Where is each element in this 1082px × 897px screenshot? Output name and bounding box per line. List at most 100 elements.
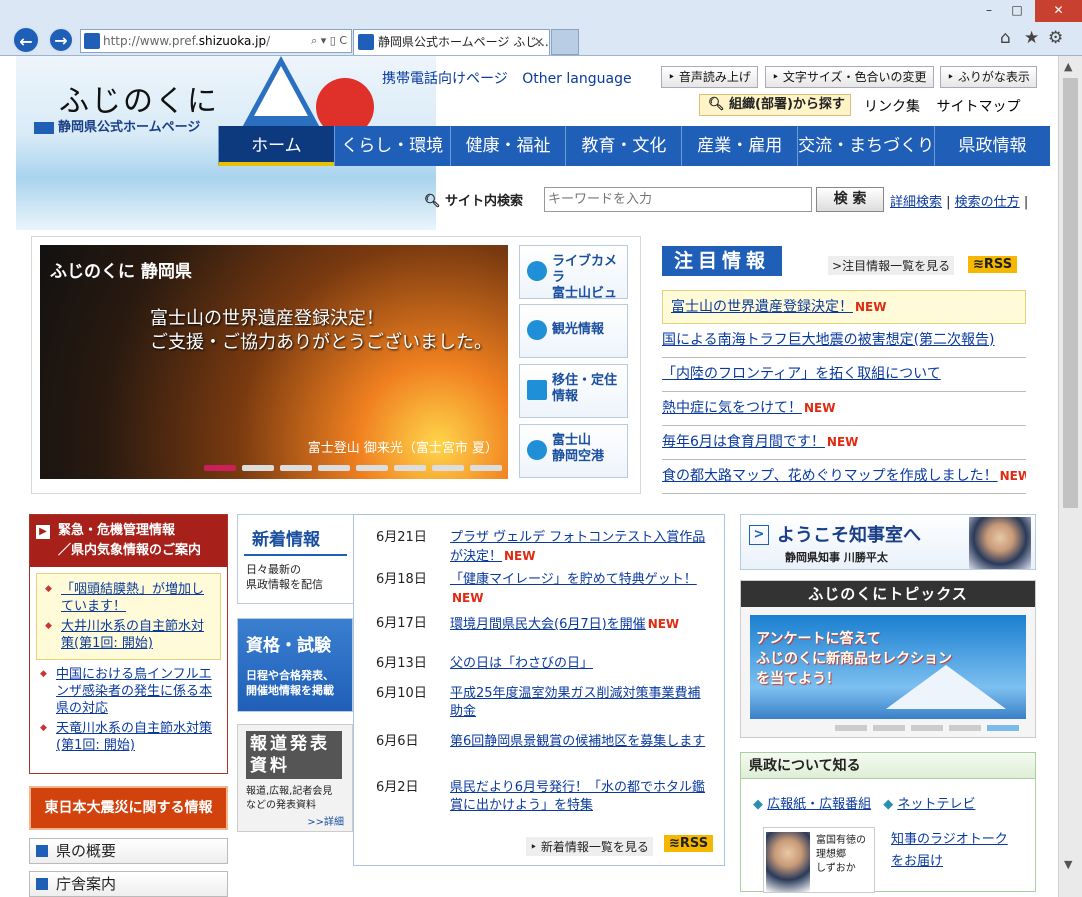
tourism-button[interactable]: 観光情報 — [519, 304, 628, 358]
topic-dot[interactable] — [949, 725, 981, 731]
vertical-scrollbar[interactable]: ▲ ▼ — [1058, 56, 1082, 897]
pr-link[interactable]: 広報紙・広報番組 — [767, 797, 871, 812]
site-logo-subtitle[interactable]: 静岡県公式ホームページ — [34, 116, 200, 135]
news-link[interactable]: 環境月間県民大会(6月7日)を開催 — [450, 617, 646, 632]
nav-industry[interactable]: 産業・雇用 — [681, 126, 797, 166]
emergency-link[interactable]: 天竜川水系の自主節水対策(第1回: 開始) — [56, 721, 212, 753]
tab-new-info[interactable]: 新着情報 日々最新の 県政情報を配信 — [237, 514, 353, 604]
address-bar[interactable]: http://www.pref.shizuoka.jp/ ⌕ ▾ ▯ C — [80, 29, 352, 53]
scroll-up-icon[interactable]: ▲ — [1064, 60, 1072, 73]
notice-link[interactable]: 「内陸のフロンティア」を拓く取組について — [662, 366, 941, 382]
news-more-link[interactable]: ‣ 新着情報一覧を見る — [526, 837, 653, 856]
search-button[interactable]: 検 索 — [816, 187, 884, 212]
settings-gear-icon[interactable]: ⚙ — [1048, 28, 1063, 48]
sitemap-link[interactable]: サイトマップ — [936, 99, 1020, 115]
home-icon[interactable]: ⌂ — [1000, 28, 1011, 48]
notice-more-link[interactable]: >注目情報一覧を見る — [828, 256, 955, 275]
emergency-link[interactable]: 中国における鳥インフルエンザ感染者の発生に係る本県の対応 — [56, 667, 212, 716]
other-language-link[interactable]: Other language — [522, 71, 631, 87]
slide-dot[interactable] — [242, 465, 274, 471]
slide-dot[interactable] — [356, 465, 388, 471]
emergency-heading[interactable]: ▶ 緊急・危機管理情報 ／県内気象情報のご案内 — [30, 515, 227, 567]
search-howto-link[interactable]: 検索の仕方 — [955, 195, 1020, 210]
voice-read-button[interactable]: ‣ 音声読み上げ — [661, 66, 758, 88]
mobile-page-link[interactable]: 携帯電話向けページ — [382, 71, 508, 87]
slide-dot[interactable] — [394, 465, 426, 471]
notice-link[interactable]: 食の都大路マップ、花めぐりマップを作成しました！ — [662, 468, 998, 484]
slide-dot[interactable] — [280, 465, 312, 471]
earthquake-info-button[interactable]: 東日本大震災に関する情報 — [29, 786, 228, 830]
news-link[interactable]: 「健康マイレージ」を貯めて特典ゲット！ — [450, 572, 697, 587]
news-rss-button[interactable]: ≋RSS — [664, 835, 714, 852]
news-link[interactable]: 県民だより6月号発行！「水の都でホタル鑑賞に出かけよう」を特集 — [450, 780, 705, 813]
nav-exchange[interactable]: 交流・まちづくり — [797, 126, 934, 166]
notice-link[interactable]: 熱中症に気をつけて！ — [662, 400, 802, 416]
back-arrow-icon: ← — [19, 32, 33, 51]
slide-dot[interactable] — [432, 465, 464, 471]
tab-press-more[interactable]: >>詳細 — [238, 813, 352, 828]
livecam-button[interactable]: ライブカメラ 富士山ビュー — [519, 245, 628, 317]
news-link[interactable]: プラザ ヴェルデ フォトコンテスト入賞作品が決定！ — [450, 530, 705, 564]
emergency-panel: ▶緊急・危機管理情報 ／県内気象情報のご案内 「咽頭結膜熱」が増加しています！ … — [29, 514, 228, 774]
radio-banner[interactable]: 富国有徳の 理想郷 しずおか — [763, 827, 875, 893]
notice-link[interactable]: 国による南海トラフ巨大地震の被害想定(第二次報告) — [662, 332, 995, 348]
topic-dot[interactable] — [873, 725, 905, 731]
notice-link[interactable]: 毎年6月は食育月間です！ — [662, 434, 825, 450]
topics-banner[interactable]: アンケートに答えて ふじのくに新商品セレクション を当てよう！ — [750, 615, 1026, 719]
news-link[interactable]: 平成25年度温室効果ガス削減対策事業費補助金 — [450, 686, 701, 719]
airport-button[interactable]: 富士山 静岡空港 — [519, 424, 628, 478]
radio-talk-link[interactable]: 知事のラジオトーク をお届け — [891, 829, 1008, 873]
tab-press[interactable]: 報道発表 資料 報道,広報,記者会見 などの発表資料 >>詳細 — [237, 724, 353, 832]
window-close-button[interactable]: ✕ — [1035, 0, 1082, 22]
news-date: 6月10日 — [376, 686, 427, 701]
emergency-highlight-box: 「咽頭結膜熱」が増加しています！ 大井川水系の自主節水対策(第1回: 開始) — [36, 573, 221, 660]
maximize-button[interactable]: □ — [1004, 0, 1030, 22]
furigana-button[interactable]: ‣ ふりがな表示 — [940, 66, 1037, 88]
new-tab-button[interactable] — [551, 29, 579, 55]
slide-dot[interactable] — [318, 465, 350, 471]
nav-health[interactable]: 健康・福祉 — [449, 126, 566, 166]
notice-link[interactable]: 富士山の世界遺産登録決定！ — [671, 299, 853, 315]
back-button[interactable]: ← — [12, 26, 40, 54]
minimize-button[interactable]: – — [978, 0, 1000, 22]
favorites-star-icon[interactable]: ★ — [1024, 28, 1039, 48]
news-date: 6月18日 — [376, 572, 427, 587]
news-link[interactable]: 第6回静岡県景観賞の候補地区を募集します — [450, 734, 705, 749]
slide-dot[interactable] — [204, 465, 236, 471]
tab-exams[interactable]: 資格・試験 日程や合格発表、 開催地情報を掲載 — [237, 618, 353, 712]
org-search-button[interactable]: 🔍︎ 組織(部署)から探す — [699, 94, 851, 116]
browser-tab[interactable]: 静岡県公式ホームページ ふじ... ✕ — [353, 29, 550, 55]
office-guide-link[interactable]: 庁舎案内 — [29, 871, 228, 897]
governor-banner[interactable]: > ようこそ知事室へ 静岡県知事 川勝平太 — [740, 514, 1036, 570]
news-link[interactable]: 父の日は「わさびの日」 — [450, 656, 593, 671]
tab-close-icon[interactable]: ✕ — [534, 30, 544, 54]
nav-govinfo[interactable]: 県政情報 — [934, 126, 1050, 166]
nav-education[interactable]: 教育・文化 — [565, 126, 681, 166]
address-tools[interactable]: ⌕ ▾ ▯ C — [311, 30, 347, 52]
scroll-thumb[interactable] — [1063, 78, 1078, 508]
nav-home[interactable]: ホーム — [218, 126, 334, 166]
notice-heading: 注目情報 — [662, 246, 782, 276]
notice-item: 国による南海トラフ巨大地震の被害想定(第二次報告) — [662, 324, 1026, 358]
nav-living[interactable]: くらし・環境 — [333, 126, 450, 166]
net-tv-link[interactable]: ネットテレビ — [897, 797, 975, 812]
notice-rss-button[interactable]: ≋RSS — [968, 256, 1018, 273]
scroll-down-icon[interactable]: ▼ — [1064, 858, 1072, 871]
hero-slide-image[interactable]: ふじのくに 静岡県 富士山の世界遺産登録決定！ ご支援・ご協力ありがとうございまし… — [40, 245, 508, 479]
forward-button[interactable]: → — [48, 27, 74, 53]
slide-dot[interactable] — [470, 465, 502, 471]
topic-dot[interactable] — [911, 725, 943, 731]
advanced-search-link[interactable]: 詳細検索 — [890, 195, 942, 210]
search-input[interactable] — [544, 187, 812, 212]
prefecture-overview-link[interactable]: 県の概要 — [29, 838, 228, 864]
site-logo-title[interactable]: ふじのくに — [59, 76, 219, 120]
links-link[interactable]: リンク集 — [864, 99, 920, 115]
emergency-link[interactable]: 大井川水系の自主節水対策(第1回: 開始) — [61, 619, 204, 651]
hero-panel: ふじのくに 静岡県 富士山の世界遺産登録決定！ ご支援・ご協力ありがとうございまし… — [31, 236, 641, 494]
emergency-link[interactable]: 「咽頭結膜熱」が増加しています！ — [61, 582, 204, 614]
notice-item: 熱中症に気をつけて！ NEW — [662, 392, 1026, 426]
topic-dot[interactable] — [987, 725, 1019, 731]
topic-dot[interactable] — [835, 725, 867, 731]
migration-button[interactable]: 移住・定住 情報 — [519, 364, 628, 418]
font-size-color-button[interactable]: ‣ 文字サイズ・色合いの変更 — [765, 66, 934, 88]
